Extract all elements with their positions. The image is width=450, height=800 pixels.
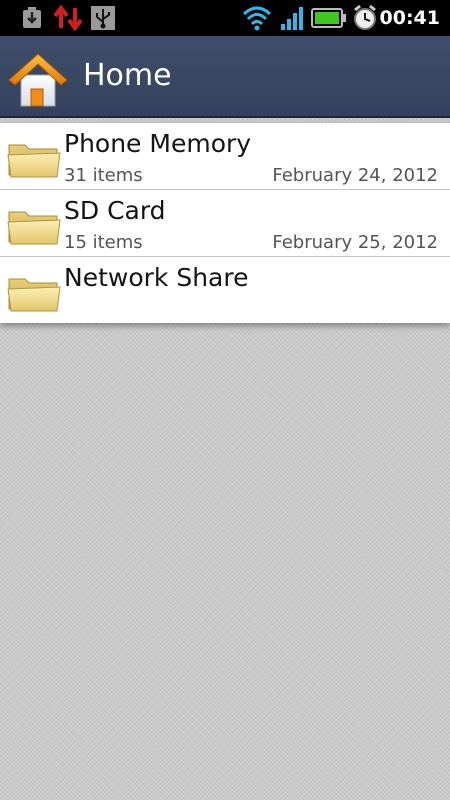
status-bar: 00:41 xyxy=(0,0,450,36)
status-time: 00:41 xyxy=(379,7,440,29)
usb-icon xyxy=(91,6,115,30)
list-item-phone-memory[interactable]: Phone Memory 31 items February 24, 2012 xyxy=(0,123,450,190)
signal-icon xyxy=(281,7,303,30)
folder-icon xyxy=(7,211,61,245)
data-transfer-icon xyxy=(53,4,83,32)
battery-icon xyxy=(311,8,346,28)
folder-icon xyxy=(7,278,61,312)
item-date: February 24, 2012 xyxy=(272,165,438,186)
wifi-icon xyxy=(242,6,272,31)
item-name: SD Card xyxy=(64,196,166,225)
item-name: Phone Memory xyxy=(64,129,252,158)
alarm-icon xyxy=(354,4,376,30)
page-title: Home xyxy=(83,58,172,93)
title-bar: Home xyxy=(0,36,450,118)
item-count: 15 items xyxy=(64,232,143,253)
download-notification-icon xyxy=(23,7,41,28)
item-count: 31 items xyxy=(64,165,143,186)
home-icon[interactable] xyxy=(7,49,69,109)
list-item-network-share[interactable]: Network Share xyxy=(0,257,450,323)
item-date: February 25, 2012 xyxy=(272,232,438,253)
folder-icon xyxy=(7,144,61,178)
list-item-sd-card[interactable]: SD Card 15 items February 25, 2012 xyxy=(0,190,450,257)
file-list: Phone Memory 31 items February 24, 2012 … xyxy=(0,123,450,323)
item-name: Network Share xyxy=(64,263,249,292)
